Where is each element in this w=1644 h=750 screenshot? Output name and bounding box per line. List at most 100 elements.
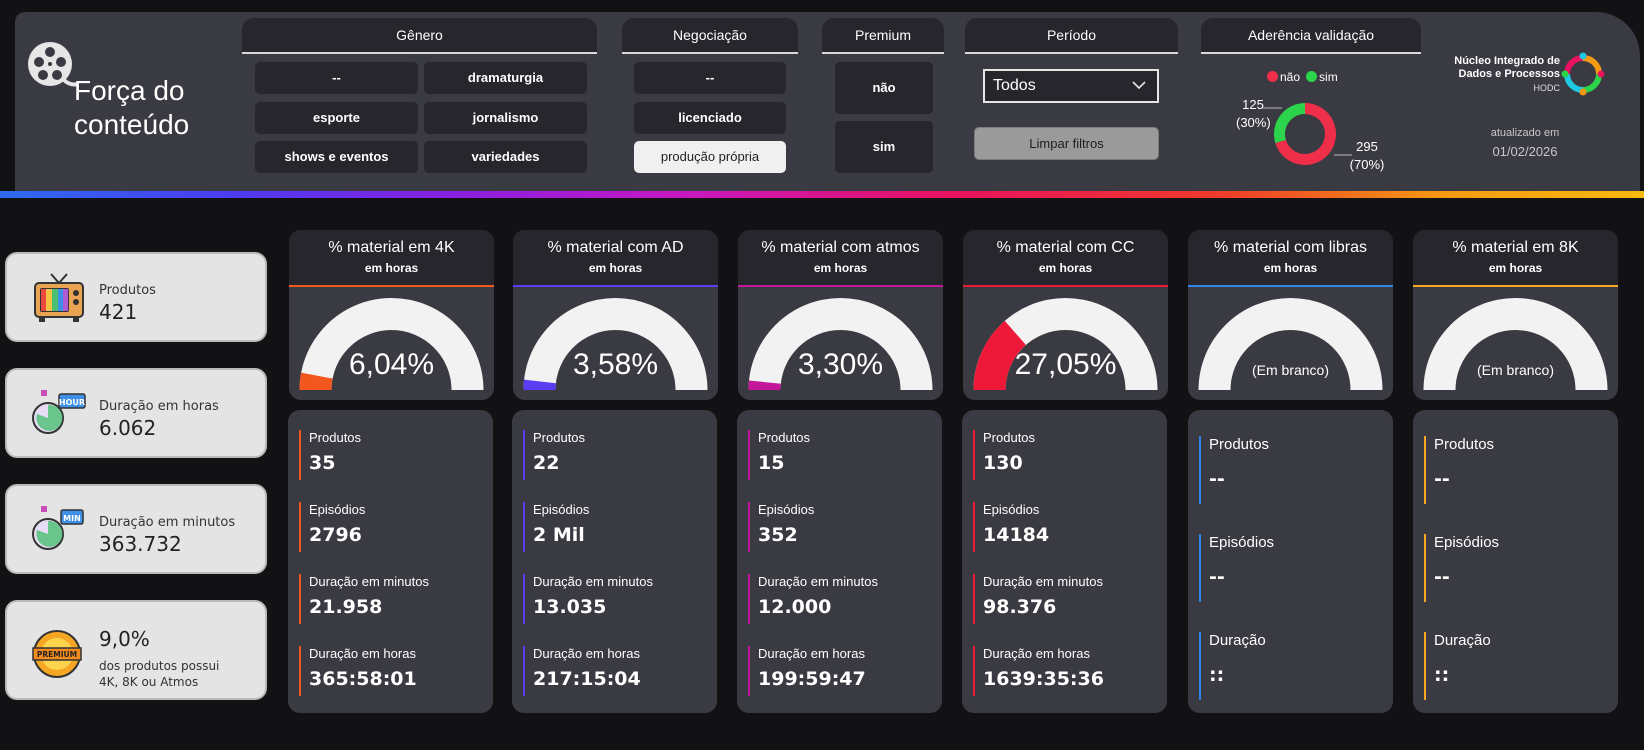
kpi-value: 9,0%: [99, 627, 150, 651]
gauge-card-material-em-8k: % material em 8K em horas (Em branco): [1413, 230, 1618, 400]
stat-value: 12.000: [758, 596, 832, 618]
stat-episodios: Episódios 14184: [973, 502, 1049, 552]
stat-episodios: Episódios --: [1424, 534, 1499, 602]
stat-label: Produtos: [983, 430, 1036, 445]
stat-value: 15: [758, 452, 785, 474]
periodo-dropdown-value: Todos: [993, 77, 1036, 94]
kpi-description-line2: 4K, 8K ou Atmos: [99, 675, 199, 689]
premium-badge-icon: PREMIUM: [32, 630, 82, 678]
gauge-title: % material em 4K: [328, 239, 455, 256]
stat-label: Duração em horas: [758, 646, 865, 661]
premium-option-sim[interactable]: sim: [835, 121, 933, 173]
gauge-card-material-com-atmos: % material com atmos em horas 3,30%: [738, 230, 943, 400]
gauge-card-header: % material em 8K em horas: [1413, 230, 1618, 287]
genero-option-jornalismo[interactable]: jornalismo: [424, 102, 587, 134]
stats-card-material-com-cc: Produtos 130 Episódios 14184 Duração em minu…: [962, 410, 1167, 713]
premium-badge-label: PREMIUM: [37, 650, 77, 659]
stat-duracao-em-minutos: Duração em minutos 12.000: [748, 574, 878, 624]
genero-option-variedades[interactable]: variedades: [424, 141, 587, 173]
stat-label: Produtos: [1434, 436, 1495, 453]
kpi-label: Produtos: [99, 283, 156, 298]
stat-duracao-em-minutos: Duração em minutos 13.035: [523, 574, 653, 624]
gauge-chart[interactable]: [1413, 287, 1618, 400]
updated-date: 01/02/2026: [1492, 144, 1558, 159]
updated-label: atualizado em: [1490, 127, 1560, 139]
stat-produtos: Produtos --: [1199, 436, 1269, 504]
stat-value: 14184: [983, 524, 1050, 546]
donut-label-nao: 295 (70%): [1349, 139, 1385, 172]
stat-label: Duração: [1434, 632, 1491, 649]
stat-label: Duração em minutos: [983, 574, 1103, 589]
donut-leader-sim: [1262, 107, 1282, 109]
stat-value: 199:59:47: [758, 668, 866, 690]
premium-option-nao[interactable]: não: [835, 62, 933, 114]
gauge-chart[interactable]: [738, 287, 943, 400]
filter-title-aderencia: Aderência validação: [1201, 18, 1421, 54]
stat-value: 2 Mil: [533, 524, 585, 546]
clear-filters-button[interactable]: Limpar filtros: [974, 127, 1159, 160]
header-gradient-divider: [0, 191, 1644, 198]
genero-option-dramaturgia[interactable]: dramaturgia: [424, 62, 587, 94]
genero-option-esporte[interactable]: esporte: [255, 102, 418, 134]
stat-duracao-em-minutos: Duração em minutos 98.376: [973, 574, 1103, 624]
stat-episodios: Episódios 2 Mil: [523, 502, 589, 552]
stat-label: Duração em minutos: [533, 574, 653, 589]
legend-dot-nao: [1267, 71, 1278, 82]
kpi-card-premium: PREMIUM 9,0% dos produtos possui 4K, 8K …: [5, 600, 267, 700]
gauge-title: % material com atmos: [761, 239, 920, 256]
gauge-chart[interactable]: [963, 287, 1168, 400]
stat-label: Duração em horas: [533, 646, 640, 661]
stat-label: Produtos: [309, 430, 362, 445]
hour-badge-label: HOUR: [59, 398, 85, 407]
negociacao-option-producao-propria[interactable]: produção própria: [634, 141, 786, 173]
org-name: Núcleo Integrado de Dados e Processos: [1454, 55, 1560, 80]
gauge-value: 27,05%: [1014, 348, 1117, 381]
gauge-subtitle: em horas: [1263, 261, 1318, 275]
legend-item-sim: sim: [1306, 70, 1338, 84]
gauge-value: (Em branco): [1251, 362, 1330, 378]
stat-label: Produtos: [1209, 436, 1270, 453]
negociacao-option-licenciado[interactable]: licenciado: [634, 102, 786, 134]
stats-card-material-com-atmos: Produtos 15 Episódios 352 Duração em minutos…: [737, 410, 942, 713]
gauge-value: 6,04%: [348, 348, 435, 381]
gauge-card-material-com-ad: % material com AD em horas 3,58%: [513, 230, 718, 400]
org-abbreviation: HODC: [1533, 83, 1561, 93]
kpi-card-duracao-minutos: MIN Duração em minutos 363.732: [5, 484, 267, 574]
stat-label: Episódios: [1434, 534, 1500, 551]
stat-produtos: Produtos 130: [973, 430, 1035, 480]
stat-value: 365:58:01: [309, 668, 417, 690]
gauge-chart[interactable]: [513, 287, 718, 400]
filter-title-periodo: Período: [965, 18, 1178, 54]
gauge-value: 3,30%: [797, 348, 884, 381]
gauge-card-header: % material com AD em horas: [513, 230, 718, 287]
min-badge-label: MIN: [63, 514, 81, 523]
stat-label: Produtos: [533, 430, 586, 445]
filter-title-negociacao: Negociação: [622, 18, 798, 54]
stat-value: 13.035: [533, 596, 607, 618]
stat-value: ::: [1434, 664, 1450, 686]
gauge-card-header: % material com atmos em horas: [738, 230, 943, 287]
dashboard: Força do conteúdo Gênero -- dramaturgia …: [0, 0, 1644, 750]
legend-dot-sim: [1306, 71, 1318, 82]
negociacao-option-none[interactable]: --: [634, 62, 786, 94]
gauge-card-material-com-cc: % material com CC em horas 27,05%: [963, 230, 1168, 400]
gauge-value: (Em branco): [1476, 362, 1555, 378]
genero-option-none[interactable]: --: [255, 62, 418, 94]
filter-title-premium: Premium: [822, 18, 944, 54]
gauge-title: % material com CC: [996, 239, 1135, 256]
periodo-dropdown[interactable]: Todos: [983, 69, 1159, 103]
stat-label: Episódios: [983, 502, 1040, 517]
stats-card-material-em-4k: Produtos 35 Episódios 2796 Duração em minuto…: [288, 410, 493, 713]
gauge-chart[interactable]: [289, 287, 494, 400]
genero-option-shows-e-eventos[interactable]: shows e eventos: [255, 141, 418, 173]
gauge-chart[interactable]: [1188, 287, 1393, 400]
stat-value: ::: [1209, 664, 1225, 686]
kpi-label: Duração em horas: [99, 399, 219, 414]
stat-value: 21.958: [309, 596, 383, 618]
stat-value: 2796: [309, 524, 362, 546]
gauge-subtitle: em horas: [1038, 261, 1093, 275]
chevron-down-icon: [1132, 81, 1146, 90]
stat-label: Produtos: [758, 430, 811, 445]
stat-label: Duração em horas: [983, 646, 1090, 661]
gauge-title: % material em 8K: [1452, 239, 1579, 256]
